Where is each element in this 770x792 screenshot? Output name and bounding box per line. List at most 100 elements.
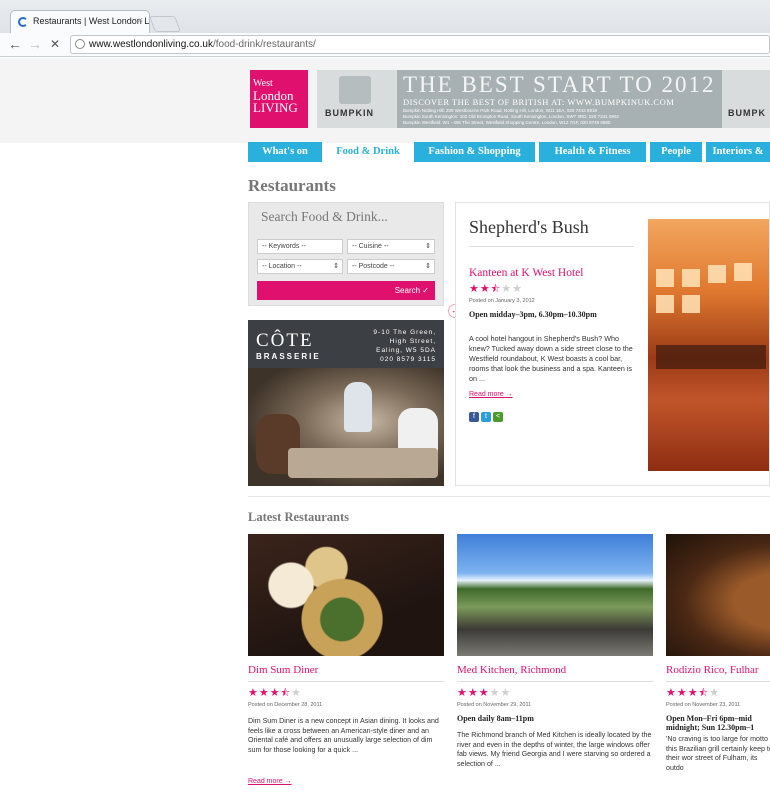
- keywords-input[interactable]: -- Keywords --: [257, 239, 343, 254]
- posted-date: Posted on January 3, 2012: [469, 298, 535, 304]
- banner-address-3: Bumpkin Westfield: W1 - 406 The Street, …: [403, 120, 611, 125]
- star-icon: ★: [467, 687, 479, 699]
- divider: [248, 681, 444, 682]
- star-icon: ★: [501, 283, 513, 295]
- cote-address: 9-10 The Green, High Street, Ealing, W5 …: [373, 328, 436, 364]
- stop-icon[interactable]: ✕: [50, 36, 60, 52]
- web-page: West London LIVING BUMPKIN THE BEST STAR…: [0, 58, 770, 792]
- cote-brasserie-ad[interactable]: CÔTE BRASSERIE 9-10 The Green, High Stre…: [248, 320, 444, 486]
- tab-close-icon[interactable]: ×: [138, 15, 143, 25]
- star-icon: ★: [469, 283, 480, 295]
- location-value: -- Location --: [262, 263, 302, 270]
- restaurant-photo[interactable]: [248, 534, 444, 656]
- keywords-placeholder: -- Keywords --: [262, 243, 306, 250]
- nav-interiors[interactable]: Interiors &: [706, 142, 770, 162]
- restaurant-name[interactable]: Rodizio Rico, Fulhar: [666, 664, 759, 676]
- star-icon: ★: [248, 687, 259, 699]
- star-icon: ★: [666, 687, 677, 699]
- page-info-icon[interactable]: [75, 39, 85, 49]
- latest-restaurants-title: Latest Restaurants: [248, 510, 350, 524]
- divider: [666, 681, 770, 682]
- bumpkin-brand: BUMPKIN: [325, 108, 374, 118]
- star-icon: ⯪: [280, 688, 292, 699]
- posted-date: Posted on November 23, 2011: [666, 702, 741, 708]
- opening-hours: Open midday–3pm, 6.30pm–10.30pm: [469, 310, 597, 319]
- featured-area-title: Shepherd's Bush: [469, 217, 589, 237]
- nav-fashion-shopping[interactable]: Fashion & Shopping: [414, 142, 535, 162]
- new-tab-button[interactable]: [149, 16, 181, 32]
- restaurant-card: Rodizio Rico, Fulhar ★★★⯪★ Posted on Nov…: [666, 534, 770, 792]
- star-icon: ⯪: [698, 688, 710, 699]
- page-title: Restaurants: [248, 176, 336, 195]
- banner-addresses: Bumpkin Notting Hill: 209 Westbourne Par…: [403, 108, 619, 126]
- share-icon[interactable]: <: [493, 412, 503, 422]
- site-logo[interactable]: West London LIVING: [250, 70, 308, 128]
- restaurant-card: Med Kitchen, Richmond ★★★★★ Posted on No…: [457, 534, 653, 792]
- posted-date: Posted on November 29, 2011: [457, 702, 532, 708]
- nav-health-fitness[interactable]: Health & Fitness: [539, 142, 646, 162]
- cote-logo: CÔTE: [256, 330, 314, 351]
- read-more-link[interactable]: Read more →: [469, 391, 513, 398]
- url-host: www.westlondonliving.co.uk: [89, 39, 213, 50]
- star-icon: ★: [258, 687, 270, 699]
- featured-excerpt: A cool hotel hangout in Shepherd's Bush?…: [469, 334, 633, 383]
- featured-restaurant: Shepherd's Bush Kanteen at K West Hotel …: [455, 202, 770, 486]
- star-icon: ★: [512, 283, 523, 295]
- star-icon: ★: [687, 687, 699, 699]
- cuisine-select[interactable]: -- Cuisine -- ⇕: [347, 239, 435, 254]
- banner-subtitle: DISCOVER THE BEST OF BRITISH AT: WWW.BUM…: [403, 97, 675, 107]
- restaurant-photo[interactable]: [457, 534, 653, 656]
- browser-toolbar: ← → ✕ www.westlondonliving.co.uk/food-dr…: [0, 33, 770, 57]
- url-path: /food-drink/restaurants/: [212, 39, 316, 50]
- postcode-select[interactable]: -- Postcode -- ⇕: [347, 259, 435, 274]
- nav-whats-on[interactable]: What's on: [248, 142, 322, 162]
- bumpkin-logo-right: BUMPK: [722, 70, 770, 128]
- star-icon: ★: [500, 687, 512, 699]
- search-panel: Search Food & Drink... -- Keywords -- --…: [248, 202, 444, 306]
- tab-title: Restaurants | West London L: [33, 16, 150, 26]
- cote-address-2: High Street,: [389, 338, 436, 345]
- star-icon: ★: [291, 687, 302, 699]
- browser-tab[interactable]: Restaurants | West London L ×: [10, 10, 150, 33]
- rating-stars: ★★★⯪★: [248, 686, 302, 703]
- opening-hours: Open daily 8am–11pm: [457, 714, 534, 723]
- cote-address-3: Ealing, W5 5DA: [376, 347, 436, 354]
- section-divider: [248, 496, 770, 497]
- restaurant-excerpt: Dim Sum Diner is a new concept in Asian …: [248, 717, 439, 754]
- search-button[interactable]: Search ✓: [257, 281, 435, 300]
- facebook-icon[interactable]: f: [469, 412, 479, 422]
- nav-people[interactable]: People: [650, 142, 702, 162]
- rating-stars: ★★⯪★★: [469, 282, 523, 299]
- read-more-link[interactable]: Read more →: [248, 778, 292, 785]
- bumpkin-banner-ad[interactable]: BUMPKIN THE BEST START TO 2012 DISCOVER …: [317, 70, 770, 128]
- rating-stars: ★★★★★: [457, 686, 511, 699]
- twitter-icon[interactable]: t: [481, 412, 491, 422]
- star-icon: ★: [676, 687, 688, 699]
- select-arrows-icon: ⇕: [425, 243, 431, 250]
- opening-hours: Open Mon–Fri 6pm–mid midnight; Sun 12.30…: [666, 714, 755, 732]
- location-select[interactable]: -- Location -- ⇕: [257, 259, 343, 274]
- star-icon: ★: [489, 687, 501, 699]
- posted-date: Posted on December 28, 2011: [248, 702, 323, 708]
- restaurant-card: Dim Sum Diner ★★★⯪★ Posted on December 2…: [248, 534, 444, 792]
- restaurant-name[interactable]: Dim Sum Diner: [248, 664, 318, 676]
- loading-icon: [18, 17, 28, 27]
- divider: [457, 681, 653, 682]
- restaurant-name[interactable]: Med Kitchen, Richmond: [457, 664, 566, 676]
- star-icon: ⯪: [490, 284, 502, 295]
- postcode-value: -- Postcode --: [352, 263, 395, 270]
- nav-food-drink[interactable]: Food & Drink: [326, 142, 410, 162]
- forward-icon[interactable]: →: [28, 36, 42, 52]
- cuisine-value: -- Cuisine --: [352, 243, 389, 250]
- browser-tab-bar: Restaurants | West London L ×: [0, 0, 770, 33]
- cote-phone: 020 8579 3115: [380, 356, 436, 363]
- banner-title: THE BEST START TO 2012: [403, 72, 716, 97]
- address-bar[interactable]: www.westlondonliving.co.uk/food-drink/re…: [70, 35, 770, 54]
- back-icon[interactable]: ←: [8, 36, 22, 52]
- featured-restaurant-name[interactable]: Kanteen at K West Hotel: [469, 267, 583, 279]
- cote-ad-photo: [248, 368, 444, 486]
- star-icon: ★: [479, 283, 491, 295]
- star-icon: ★: [709, 687, 720, 699]
- restaurant-photo[interactable]: [666, 534, 770, 656]
- main-nav: What's on Food & Drink Fashion & Shoppin…: [248, 142, 770, 162]
